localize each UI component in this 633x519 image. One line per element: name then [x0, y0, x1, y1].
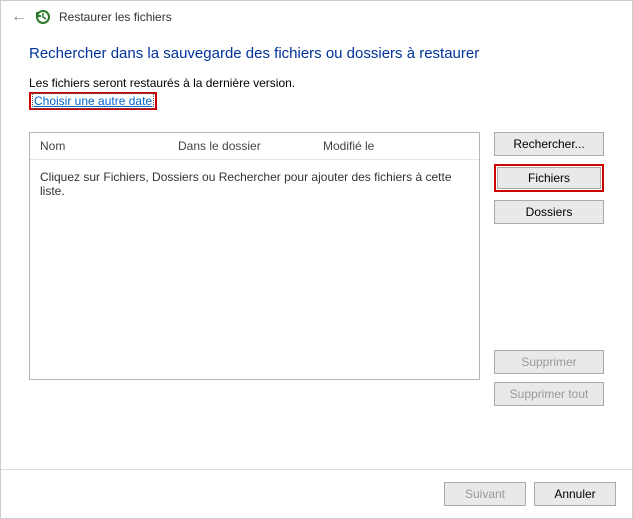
footer: Suivant Annuler	[1, 469, 632, 518]
remove-button: Supprimer	[494, 350, 604, 374]
files-button[interactable]: Fichiers	[497, 167, 601, 189]
back-arrow-icon[interactable]: ←	[11, 9, 27, 25]
choose-date-link[interactable]: Choisir une autre date	[32, 93, 154, 109]
column-folder[interactable]: Dans le dossier	[168, 139, 313, 153]
folders-button[interactable]: Dossiers	[494, 200, 604, 224]
remove-all-button: Supprimer tout	[494, 382, 604, 406]
spacer	[494, 232, 604, 342]
link-highlight-box: Choisir une autre date	[29, 92, 157, 110]
cancel-button[interactable]: Annuler	[534, 482, 616, 506]
file-list-panel: Nom Dans le dossier Modifié le Cliquez s…	[29, 132, 480, 380]
main-row: Nom Dans le dossier Modifié le Cliquez s…	[29, 132, 604, 469]
subtext: Les fichiers seront restaurés à la derni…	[29, 76, 604, 90]
next-button: Suivant	[444, 482, 526, 506]
list-empty-text: Cliquez sur Fichiers, Dossiers ou Recher…	[30, 160, 479, 379]
list-header: Nom Dans le dossier Modifié le	[30, 133, 479, 160]
content-area: Rechercher dans la sauvegarde des fichie…	[1, 29, 632, 469]
column-name[interactable]: Nom	[30, 139, 168, 153]
side-buttons: Rechercher... Fichiers Dossiers Supprime…	[494, 132, 604, 469]
column-modified[interactable]: Modifié le	[313, 139, 479, 153]
restore-icon	[35, 9, 51, 25]
titlebar: ← Restaurer les fichiers	[1, 1, 632, 29]
page-heading: Rechercher dans la sauvegarde des fichie…	[29, 45, 604, 62]
link-row: Choisir une autre date	[29, 92, 604, 110]
files-button-highlight: Fichiers	[494, 164, 604, 192]
search-button[interactable]: Rechercher...	[494, 132, 604, 156]
window-title: Restaurer les fichiers	[59, 10, 172, 24]
